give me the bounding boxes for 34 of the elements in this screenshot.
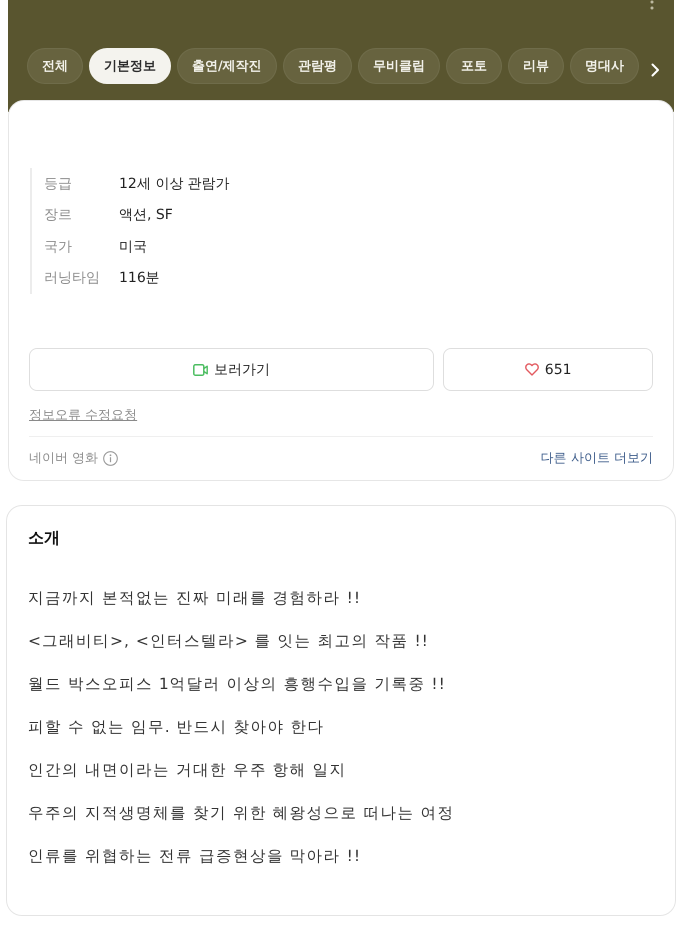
tab[interactable]: 관람평 <box>282 48 352 84</box>
tab[interactable]: 출연/제작진 <box>177 48 277 84</box>
report-error-link[interactable]: 정보오류 수정요청 <box>29 406 138 424</box>
tab[interactable]: 명대사 <box>570 48 639 84</box>
source-label: 네이버 영화 <box>29 450 98 468</box>
watch-button[interactable]: 보러가기 <box>29 348 434 391</box>
more-icon[interactable] <box>650 0 654 10</box>
intro-line: 월드 박스오피스 1억달러 이상의 흥행수입을 기록중 !! <box>28 674 447 695</box>
info-icon[interactable] <box>103 450 118 466</box>
info-value: 액션, SF <box>119 206 173 224</box>
heart-icon <box>524 363 539 376</box>
info-label: 장르 <box>44 206 73 224</box>
info-label: 등급 <box>44 174 73 193</box>
intro-line: 인류를 위협하는 전류 급증현상을 막아라 !! <box>28 846 362 867</box>
tab[interactable]: 리뷰 <box>508 48 564 84</box>
info-label: 국가 <box>44 238 73 256</box>
intro-line: <그래비티>, <인터스텔라> 를 잇는 최고의 작품 !! <box>28 631 430 652</box>
tab[interactable]: 기본정보 <box>89 48 171 84</box>
intro-line: 우주의 지적생명체를 찾기 위한 혜왕성으로 떠나는 여정 <box>28 803 456 824</box>
chevron-right-icon[interactable] <box>650 63 660 77</box>
video-camera-icon <box>193 364 208 376</box>
info-value: 12세 이상 관람가 <box>119 174 230 193</box>
tab[interactable]: 포토 <box>446 48 502 84</box>
tab[interactable]: 전체 <box>27 48 83 84</box>
intro-title: 소개 <box>28 528 61 548</box>
more-sites-link[interactable]: 다른 사이트 더보기 <box>540 449 653 468</box>
intro-line: 피할 수 없는 임무. 반드시 찾아야 한다 <box>28 717 326 738</box>
info-value: 미국 <box>119 238 147 256</box>
tab[interactable]: 무비클립 <box>358 48 440 84</box>
like-button[interactable]: 651 <box>443 348 653 391</box>
intro-line: 지금까지 본적없는 진짜 미래를 경험하라 !! <box>28 588 362 609</box>
info-label: 러닝타임 <box>44 269 101 288</box>
intro-line: 인간의 내면이라는 거대한 우주 항해 일지 <box>28 760 348 781</box>
info-value: 116분 <box>119 269 160 288</box>
